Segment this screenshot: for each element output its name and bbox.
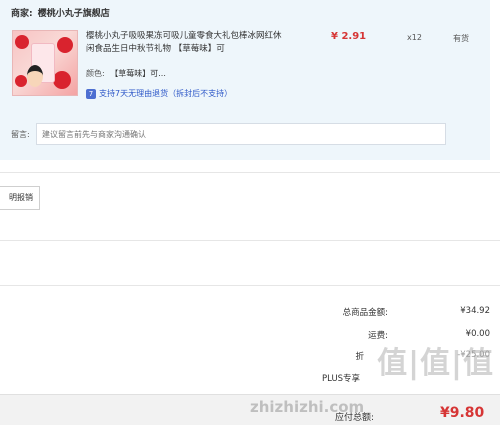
stock-status: 有货 [453,34,469,43]
return-policy-icon: 7 [86,88,96,99]
merchant-label: 商家: [11,9,33,19]
character-face-graphic [27,65,43,87]
return-policy[interactable]: 7 支持7天无理由退货（拆封后不支持） [86,88,232,99]
strawberry-icon [57,37,73,53]
merchant-name[interactable]: 樱桃小丸子旗舰店 [38,9,110,19]
quantity: x12 [407,33,422,42]
strawberry-icon [15,35,29,49]
message-label: 留言: [11,130,30,139]
variant-value: 【草莓味】可... [110,69,166,78]
unit-price: ¥ 2.91 [331,31,367,42]
variant-label: 颜色: [86,69,105,78]
watermark-url: zhizhizhi.com [250,398,365,416]
message-input[interactable] [36,123,446,145]
shipping-label: 运费: [368,331,388,341]
divider [0,285,500,286]
divider [0,172,500,173]
product-title[interactable]: 樱桃小丸子吸吸果冻可吸儿童零食大礼包棒冰网红休闲食品生日中秋节礼物 【草莓味】可 [86,30,282,56]
checkout-page: 商家: 樱桃小丸子旗舰店 樱桃小丸子吸吸果冻可吸儿童零食大礼包棒冰网红休闲食品生… [0,0,500,425]
total-value: ¥34.92 [460,306,490,316]
variant-row: 颜色: 【草莓味】可... [86,68,166,79]
discount-label: 折 [355,352,364,362]
merchant-row: 商家: 樱桃小丸子旗舰店 [11,6,110,19]
watermark-logo: 值|值|值 [377,346,494,381]
strawberry-icon [15,75,27,87]
divider [0,240,500,241]
total-label: 总商品金额: [342,308,388,318]
product-image[interactable] [12,30,78,96]
return-policy-text: 支持7天无理由退货（拆封后不支持） [99,89,233,98]
plus-member-label[interactable]: PLUS专享 [322,372,360,384]
invoice-button[interactable]: 明报销 [0,186,40,210]
strawberry-icon [53,71,71,89]
order-item-card: 商家: 樱桃小丸子旗舰店 樱桃小丸子吸吸果冻可吸儿童零食大礼包棒冰网红休闲食品生… [0,0,490,160]
payable-value: ¥9.80 [440,405,485,421]
